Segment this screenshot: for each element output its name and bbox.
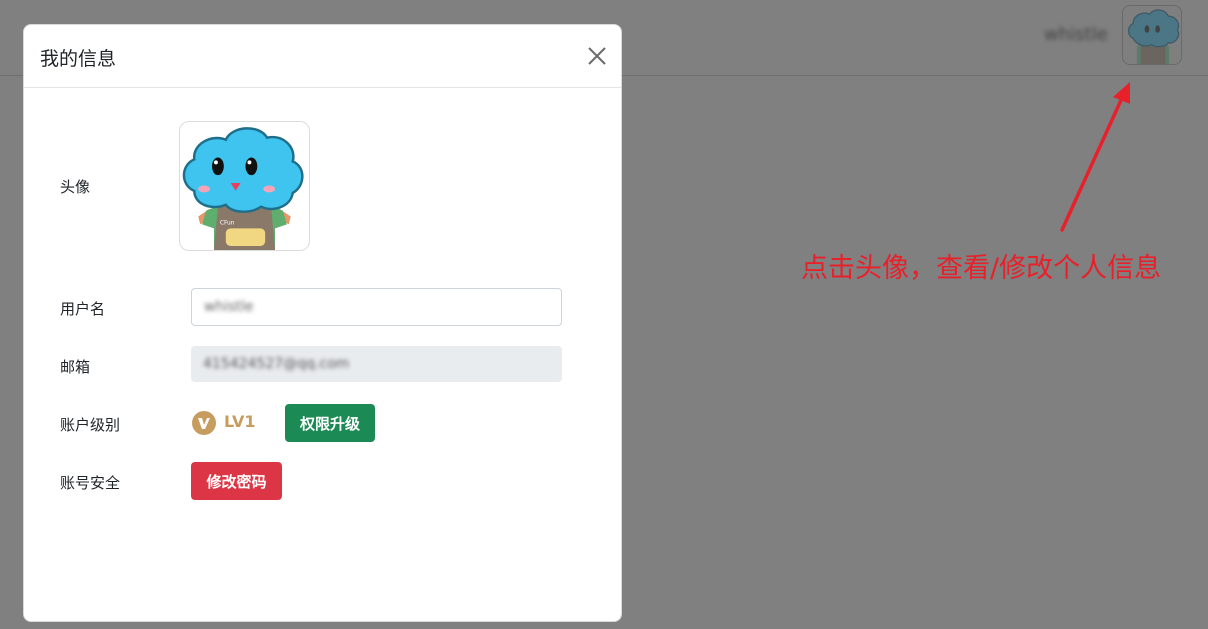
username-input[interactable]: whistle xyxy=(191,288,562,326)
v-level-badge-icon xyxy=(192,411,216,435)
change-password-button[interactable]: 修改密码 xyxy=(191,462,282,500)
cloud-mascot-avatar-icon: CFun xyxy=(182,127,304,250)
modal-title: 我的信息 xyxy=(40,48,117,70)
modal-header: 我的信息 xyxy=(24,25,621,88)
account-security-label: 账号安全 xyxy=(60,474,121,492)
email-label: 邮箱 xyxy=(60,358,91,376)
email-field: 415424527@qq.com xyxy=(191,346,562,382)
email-value: 415424527@qq.com xyxy=(203,356,350,372)
upgrade-permission-button[interactable]: 权限升级 xyxy=(285,404,375,442)
account-level-value: LV1 xyxy=(224,412,256,431)
close-icon[interactable] xyxy=(584,43,610,69)
avatar-mascot-text: CFun xyxy=(220,220,235,226)
username-value: whistle xyxy=(204,299,254,315)
username-label: 用户名 xyxy=(60,300,106,318)
avatar-label: 头像 xyxy=(60,178,91,196)
my-info-modal: 我的信息 头像 CFun 用户名 whistle 邮箱 415424527@qq… xyxy=(23,24,622,622)
account-level-label: 账户级别 xyxy=(60,416,121,434)
page: whistle 点击头像，查看/修改个人信息 我的信息 头像 CFun 用户名 … xyxy=(0,0,1208,629)
annotation-text: 点击头像，查看/修改个人信息 xyxy=(801,253,1162,284)
avatar-image[interactable]: CFun xyxy=(179,121,310,251)
